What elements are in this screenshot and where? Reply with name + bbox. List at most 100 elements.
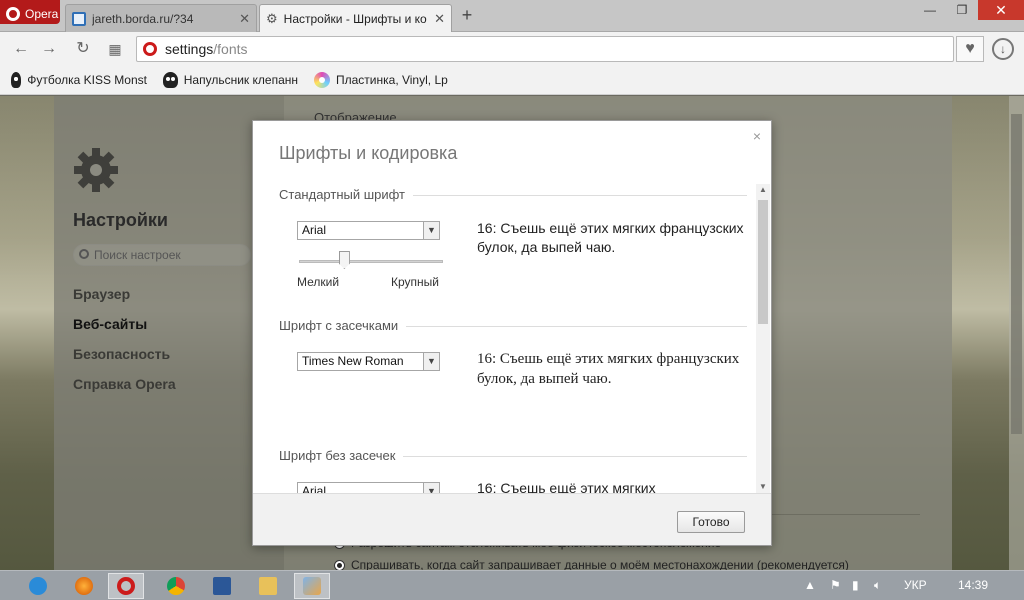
- search-placeholder: Поиск настроек: [94, 248, 181, 262]
- serif-font-sample: 16: Съешь ещё этих мягких французских бу…: [477, 351, 740, 387]
- sidebar-item-security[interactable]: Безопасность: [73, 346, 170, 362]
- bookmark-label: Футболка KISS Monst: [27, 73, 147, 87]
- taskbar-control-panel[interactable]: [294, 573, 330, 599]
- bookmark-heart-icon[interactable]: ♥: [956, 36, 984, 62]
- dialog-scrollbar-thumb[interactable]: [758, 200, 768, 324]
- tray-volume-icon[interactable]: 🔈︎: [874, 578, 881, 593]
- opera-menu-button[interactable]: Opera: [0, 0, 60, 24]
- settings-title: Настройки: [73, 210, 168, 230]
- window-minimize-button[interactable]: —: [915, 0, 945, 20]
- window-close-button[interactable]: ✕: [978, 0, 1024, 20]
- back-arrow-icon[interactable]: ←: [10, 38, 32, 60]
- select-value: Arial: [302, 223, 327, 237]
- taskbar-explorer[interactable]: [250, 573, 286, 599]
- navigation-bar: ← → ↻ ▦ settings/fonts ♥ ↓: [0, 32, 1024, 66]
- speed-dial-grid-icon[interactable]: ▦: [104, 38, 126, 60]
- bookmark-label: Пластинка, Vinyl, Lp: [336, 73, 448, 87]
- opera-menu-label: Opera: [25, 7, 59, 21]
- bookmark-item[interactable]: Напульсник клепанн: [163, 72, 298, 88]
- disc-icon: [314, 72, 330, 88]
- tray-power-icon[interactable]: ▮: [852, 578, 859, 592]
- size-small-label: Мелкий: [297, 275, 340, 289]
- sans-font-select[interactable]: Arial ▼: [297, 482, 440, 493]
- chrome-icon: [167, 577, 185, 595]
- sans-font-title: Шрифт без засечек: [279, 448, 404, 463]
- sidebar-item-websites[interactable]: Веб-сайты: [73, 316, 147, 332]
- address-field[interactable]: settings/fonts: [136, 36, 954, 62]
- address-scheme: settings: [165, 41, 214, 57]
- bookmarks-bar: Футболка KISS Monst Напульсник клепанн П…: [0, 66, 1024, 95]
- address-path: /fonts: [213, 41, 248, 57]
- forward-arrow-icon[interactable]: →: [38, 38, 60, 60]
- taskbar-firefox[interactable]: [66, 573, 102, 599]
- opera-logo-icon: [6, 7, 20, 21]
- opera-page-icon: [143, 42, 157, 56]
- tab-label: jareth.borda.ru/?34: [92, 11, 194, 26]
- select-value: Arial: [302, 484, 327, 493]
- select-value: Times New Roman: [302, 354, 404, 368]
- page-scrollbar[interactable]: [1009, 96, 1024, 570]
- tab-jareth[interactable]: jareth.borda.ru/?34 ✕: [65, 4, 257, 32]
- reload-icon[interactable]: ↻: [72, 38, 94, 60]
- folder-icon: [259, 577, 277, 595]
- taskbar-chrome[interactable]: [158, 573, 194, 599]
- chevron-down-icon: ▼: [423, 483, 439, 493]
- tab-settings-fonts[interactable]: ⚙ Настройки - Шрифты и ко ✕: [259, 4, 452, 33]
- dialog-scrollbar[interactable]: ▲ ▼: [756, 184, 770, 493]
- font-size-slider-track[interactable]: [299, 260, 443, 263]
- tray-expand-icon[interactable]: ▲: [804, 578, 816, 592]
- dialog-footer: Готово: [253, 493, 771, 545]
- sidebar-item-help[interactable]: Справка Opera: [73, 376, 176, 392]
- bookmark-item[interactable]: Футболка KISS Monst: [11, 72, 147, 88]
- fonts-dialog: Шрифты и кодировка × Стандартный шрифт A…: [252, 120, 772, 546]
- tray-flag-icon[interactable]: ⚑: [830, 578, 841, 592]
- tab-close-icon[interactable]: ✕: [434, 11, 445, 27]
- size-large-label: Крупный: [391, 275, 439, 289]
- skull-icon: [163, 72, 178, 88]
- window-maximize-button[interactable]: ❐: [947, 0, 977, 20]
- bookmark-item[interactable]: Пластинка, Vinyl, Lp: [314, 72, 449, 88]
- standard-font-select[interactable]: Arial ▼: [297, 221, 440, 240]
- ie-icon: [29, 577, 47, 595]
- geolocation-ask-option[interactable]: Спрашивать, когда сайт запрашивает данны…: [334, 558, 849, 570]
- radio-label: Спрашивать, когда сайт запрашивает данны…: [351, 558, 849, 570]
- bookmark-label: Напульсник клепанн: [183, 73, 298, 87]
- opera-icon: [117, 577, 135, 595]
- chevron-down-icon: ▼: [423, 353, 439, 370]
- search-icon: [79, 249, 89, 259]
- tab-close-icon[interactable]: ✕: [239, 11, 250, 27]
- font-size-slider-knob[interactable]: [338, 251, 350, 269]
- standard-font-title: Стандартный шрифт: [279, 187, 414, 202]
- gear-icon: ⚙: [266, 11, 278, 26]
- tray-clock[interactable]: 14:39: [958, 578, 988, 592]
- word-icon: [213, 577, 231, 595]
- taskbar-word[interactable]: [204, 573, 240, 599]
- sidebar-item-browser[interactable]: Браузер: [73, 286, 130, 302]
- taskbar-ie[interactable]: [20, 573, 56, 599]
- tab-bar: Opera jareth.borda.ru/?34 ✕ ⚙ Настройки …: [0, 0, 1024, 33]
- dialog-title: Шрифты и кодировка: [279, 143, 458, 163]
- dialog-body: Стандартный шрифт Arial ▼ 16: Съешь ещё …: [253, 179, 771, 493]
- taskbar-opera[interactable]: [108, 573, 144, 599]
- site-favicon-icon: [72, 11, 86, 26]
- settings-gear-icon: [74, 148, 118, 192]
- control-panel-icon: [303, 577, 321, 595]
- firefox-icon: [75, 577, 93, 595]
- done-button[interactable]: Готово: [677, 511, 745, 533]
- tab-label: Настройки - Шрифты и ко: [283, 12, 427, 26]
- radio-button-selected[interactable]: [334, 559, 345, 570]
- scroll-up-icon[interactable]: ▲: [756, 184, 770, 196]
- page-scrollbar-thumb[interactable]: [1011, 114, 1022, 434]
- standard-font-sample: 16: Съешь ещё этих мягких французских бу…: [477, 220, 744, 255]
- scroll-down-icon[interactable]: ▼: [756, 481, 770, 493]
- settings-search-input[interactable]: Поиск настроек: [73, 244, 251, 266]
- dialog-close-icon[interactable]: ×: [753, 128, 761, 144]
- download-icon[interactable]: ↓: [992, 38, 1014, 60]
- serif-font-title: Шрифт с засечками: [279, 318, 407, 333]
- sans-font-sample: 16: Съешь ещё этих мягких: [477, 480, 656, 493]
- chevron-down-icon: ▼: [423, 222, 439, 239]
- serif-font-select[interactable]: Times New Roman ▼: [297, 352, 440, 371]
- taskbar: ▲ ⚑ ▮ 🔈︎ УКР 14:39: [0, 570, 1024, 600]
- tray-language[interactable]: УКР: [904, 578, 927, 592]
- new-tab-button[interactable]: +: [456, 5, 478, 26]
